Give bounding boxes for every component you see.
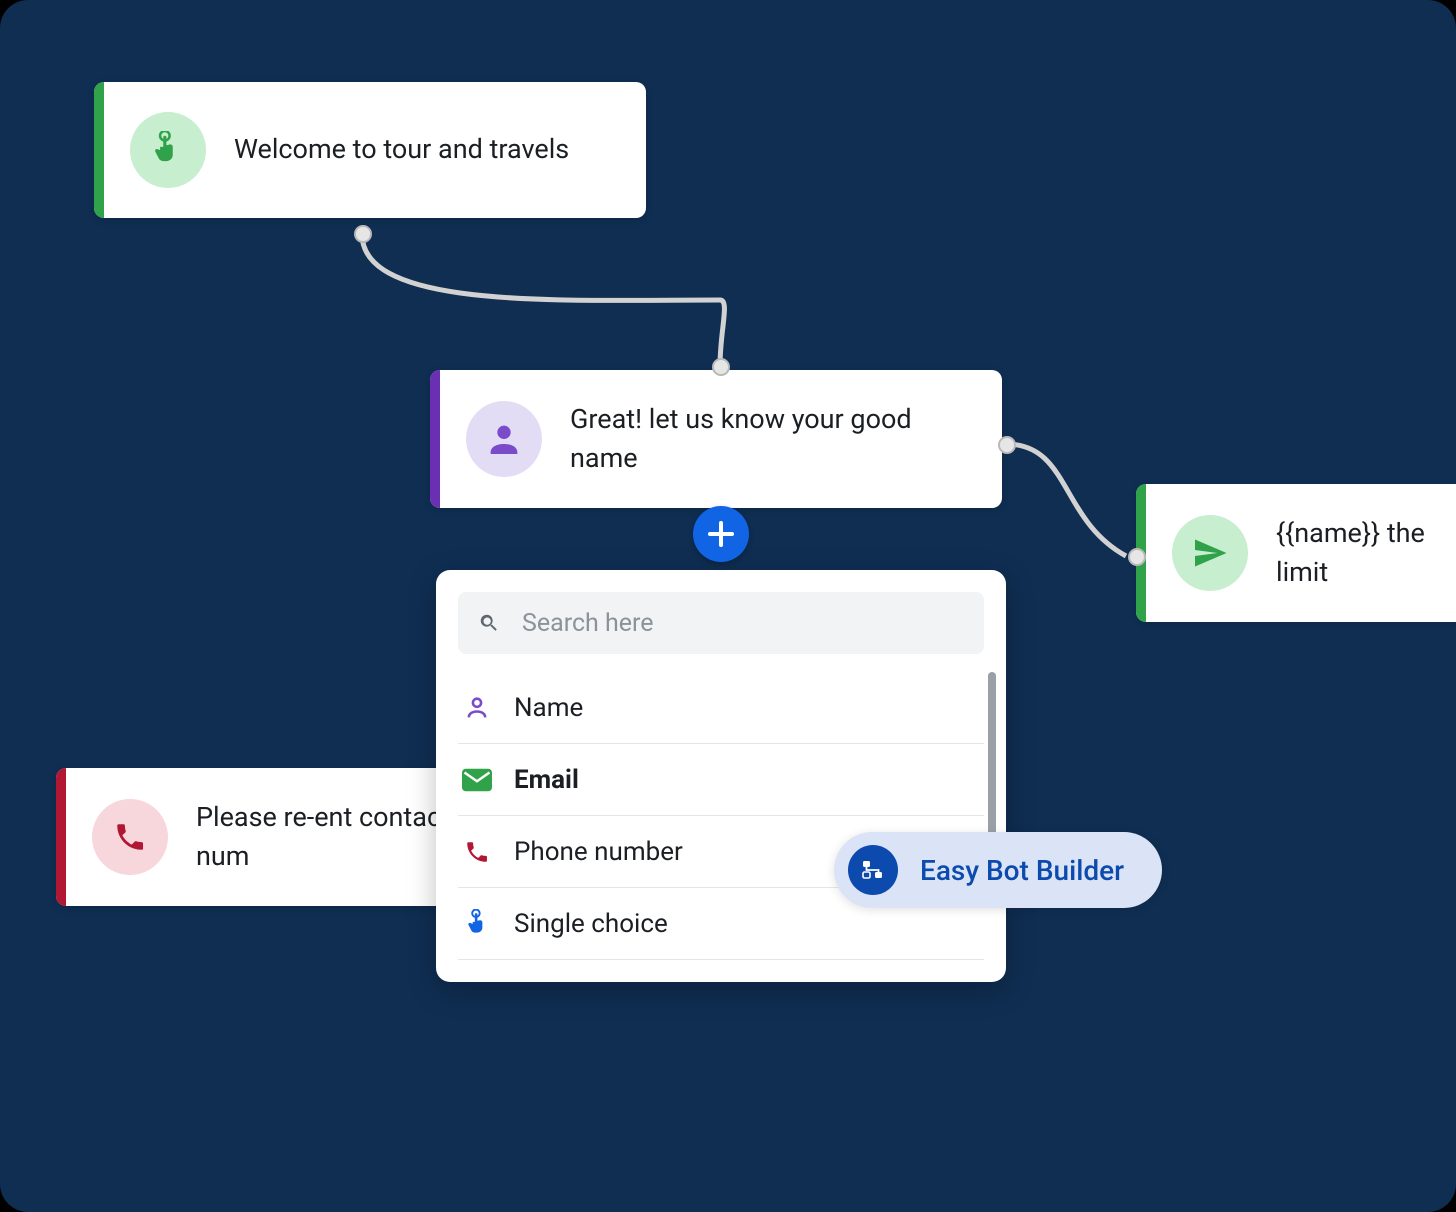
add-node-button[interactable] — [693, 506, 749, 562]
flow-icon — [848, 845, 898, 895]
node-text: {{name}} the limit — [1276, 514, 1430, 592]
tap-icon — [462, 909, 492, 939]
bot-builder-canvas: Welcome to tour and travels Great! let u… — [0, 0, 1456, 1212]
user-icon — [462, 693, 492, 723]
connector-dot[interactable] — [998, 436, 1016, 454]
connector-dot[interactable] — [354, 225, 372, 243]
node-phone[interactable]: Please re-ent contact num — [56, 768, 486, 906]
node-text: Welcome to tour and travels — [234, 130, 569, 169]
node-accent — [94, 82, 104, 218]
node-text: Please re-ent contact num — [196, 798, 450, 876]
option-label: Single choice — [514, 909, 668, 939]
node-text: Great! let us know your good name — [570, 400, 966, 478]
feature-badge: Easy Bot Builder — [834, 832, 1162, 908]
connector-dot[interactable] — [1128, 548, 1146, 566]
user-icon — [466, 401, 542, 477]
search-placeholder: Search here — [522, 609, 654, 638]
send-icon — [1172, 515, 1248, 591]
search-icon — [478, 612, 500, 634]
node-accent — [430, 370, 440, 508]
option-name[interactable]: Name — [458, 672, 984, 744]
search-input[interactable]: Search here — [458, 592, 984, 654]
option-email[interactable]: Email — [458, 744, 984, 816]
node-welcome[interactable]: Welcome to tour and travels — [94, 82, 646, 218]
node-name[interactable]: Great! let us know your good name — [430, 370, 1002, 508]
node-send[interactable]: {{name}} the limit — [1136, 484, 1456, 622]
mail-icon — [462, 765, 492, 795]
node-type-dropdown: Search here Name Email Phone number Sing — [436, 570, 1006, 982]
connector-dot[interactable] — [712, 358, 730, 376]
option-label: Name — [514, 693, 583, 723]
phone-icon — [462, 837, 492, 867]
option-label: Email — [514, 765, 579, 795]
option-label: Phone number — [514, 837, 683, 867]
phone-icon — [92, 799, 168, 875]
tap-icon — [130, 112, 206, 188]
badge-label: Easy Bot Builder — [920, 854, 1124, 887]
node-accent — [56, 768, 66, 906]
